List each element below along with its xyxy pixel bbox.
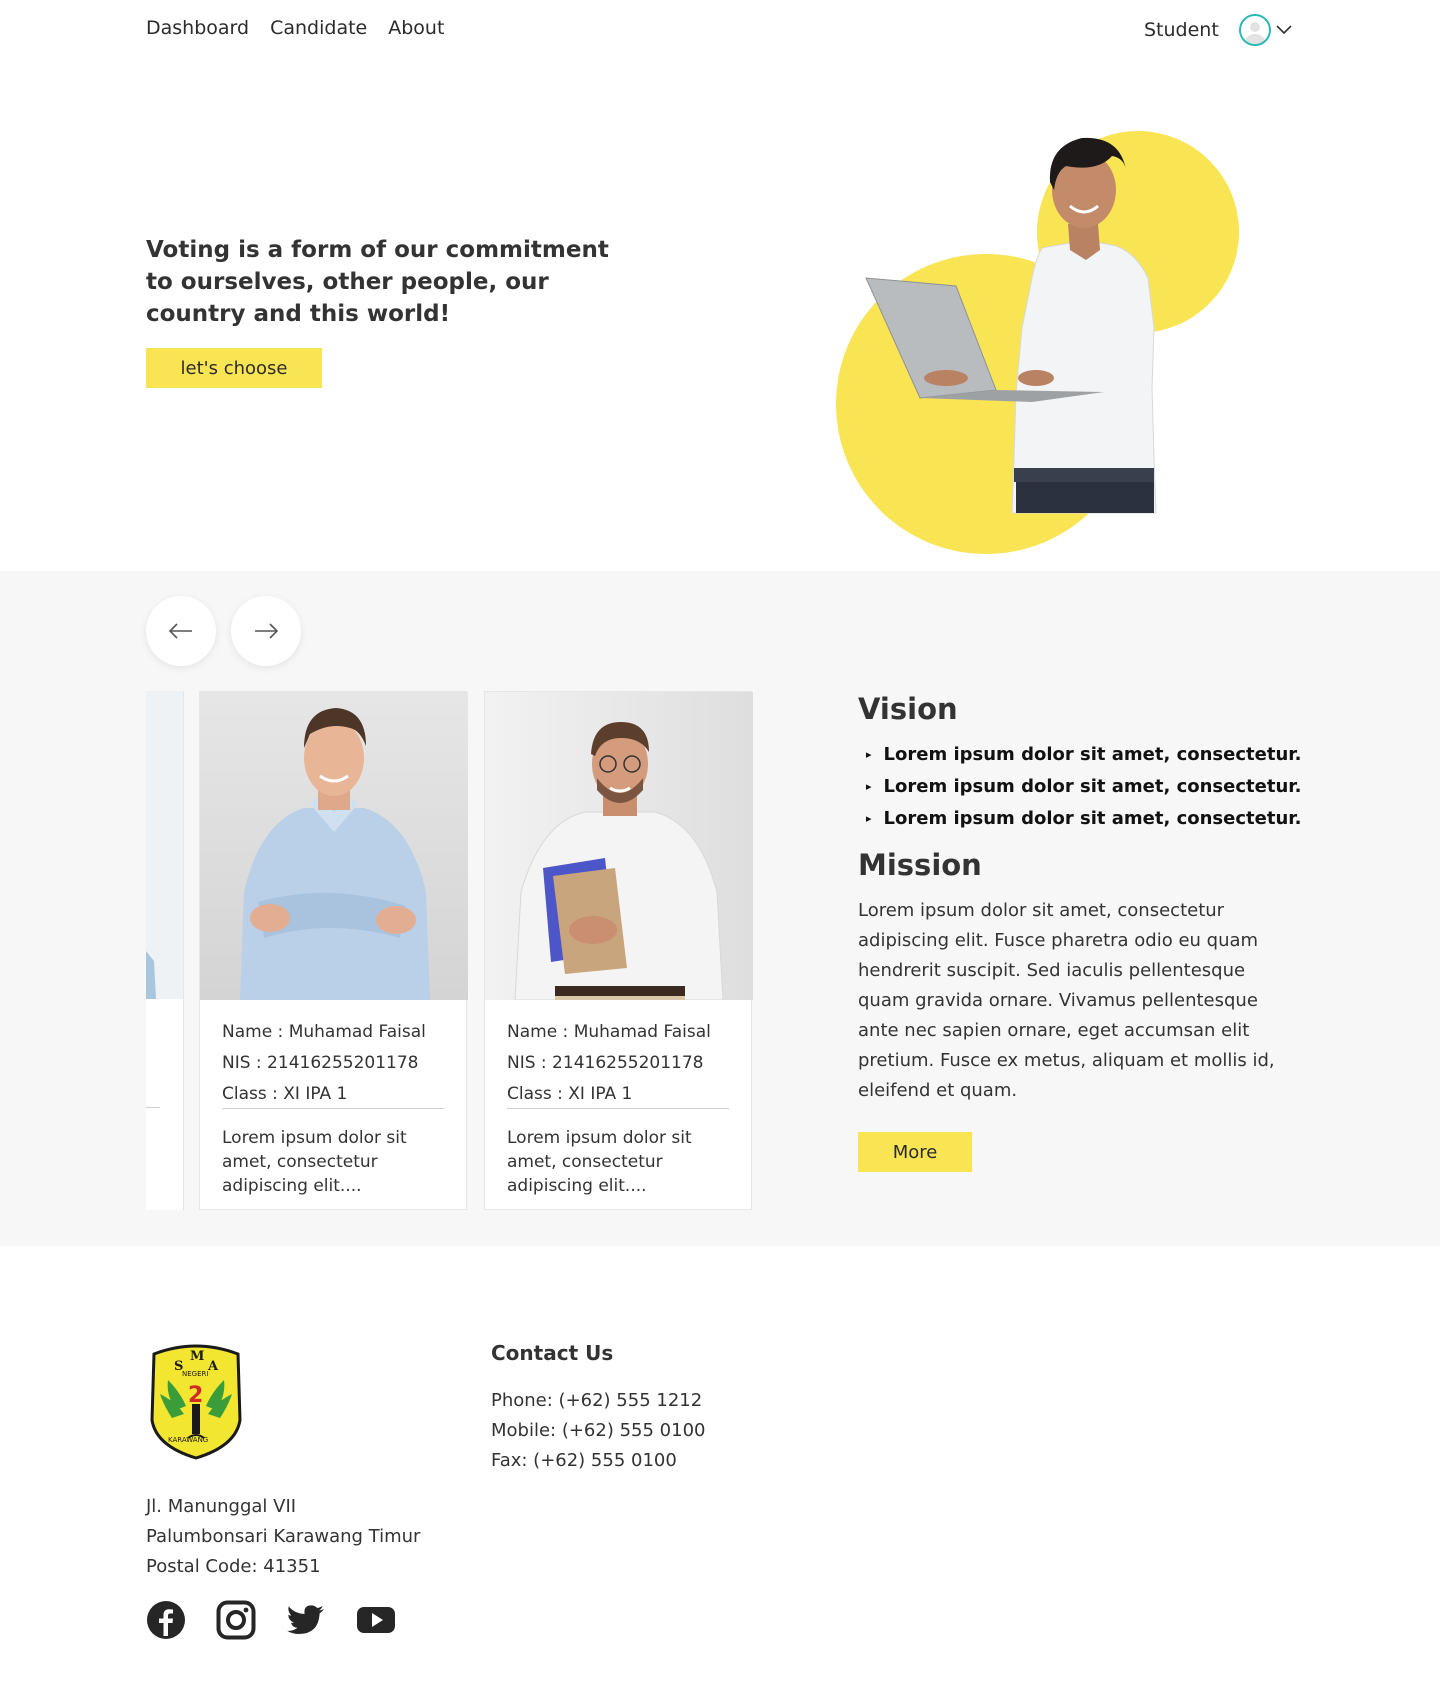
nav-link-candidate[interactable]: Candidate — [270, 17, 367, 39]
candidate-photo — [485, 692, 753, 1000]
nav-link-dashboard[interactable]: Dashboard — [146, 17, 249, 39]
candidate-nis: NIS : 21416255201178 — [222, 1053, 419, 1073]
hero-illustration — [836, 131, 1239, 554]
more-button[interactable]: More — [858, 1132, 972, 1172]
contact-mobile: Mobile: (+62) 555 0100 — [491, 1420, 706, 1441]
facebook-icon[interactable] — [146, 1600, 186, 1640]
candidate-card[interactable]: Name : Muhamad Faisal NIS : 214162552011… — [484, 691, 753, 1210]
arrow-left-icon — [168, 623, 192, 639]
vision-item: Lorem ipsum dolor sit amet, consectetur. — [866, 772, 1302, 804]
top-navbar: Dashboard Candidate About Student — [0, 0, 1440, 62]
user-role-label: Student — [1144, 19, 1219, 41]
card-divider — [507, 1108, 729, 1109]
card-divider — [222, 1108, 444, 1109]
vision-list: Lorem ipsum dolor sit amet, consectetur.… — [866, 740, 1302, 836]
avatar[interactable] — [1238, 14, 1271, 46]
logo-letter-a: A — [207, 1359, 219, 1374]
candidate-description: Lorem ipsum dolor sit amet, consectetur … — [222, 1128, 407, 1196]
contact-fax: Fax: (+62) 555 0100 — [491, 1450, 677, 1471]
contact-lines: Phone: (+62) 555 1212 Mobile: (+62) 555 … — [491, 1386, 705, 1476]
candidate-name: Name : Muhamad Faisal — [222, 1022, 426, 1042]
mission-text: Lorem ipsum dolor sit amet, consectetur … — [858, 900, 1275, 1101]
candidate-photo — [200, 692, 468, 1000]
logo-number: 2 — [188, 1383, 203, 1408]
lets-choose-button[interactable]: let's choose — [146, 348, 322, 388]
candidate-info: Name : Muhamad Faisal NIS : 214162552011… — [222, 1017, 444, 1110]
school-logo: S M A NEGERI 2 KARAWANG — [150, 1344, 242, 1460]
candidate-nis: NIS : 21416255201178 — [507, 1053, 704, 1073]
user-silhouette-icon — [1244, 22, 1265, 44]
candidate-class: Class : XI IPA 1 — [222, 1084, 348, 1104]
candidate-info: Name : Muhamad Faisal NIS : 214162552011… — [507, 1017, 729, 1110]
twitter-icon[interactable] — [286, 1600, 326, 1640]
candidate-photo-partial — [146, 691, 183, 999]
address-line: Palumbonsari Karawang Timur — [146, 1526, 421, 1547]
arrow-right-icon — [255, 623, 279, 639]
contact-phone: Phone: (+62) 555 1212 — [491, 1390, 703, 1411]
address-line: Jl. Manunggal VII — [146, 1496, 297, 1517]
mission-title: Mission — [858, 848, 982, 882]
nav-links: Dashboard Candidate About — [146, 17, 444, 39]
carousel-next-button[interactable] — [231, 596, 301, 666]
chevron-down-icon[interactable] — [1274, 20, 1294, 40]
user-menu[interactable]: Student — [1144, 14, 1294, 46]
logo-karawang: KARAWANG — [168, 1436, 208, 1444]
candidate-card-partial[interactable] — [146, 691, 184, 1210]
logo-negeri: NEGERI — [182, 1370, 208, 1378]
candidate-class: Class : XI IPA 1 — [507, 1084, 633, 1104]
carousel-prev-button[interactable] — [146, 596, 216, 666]
contact-title: Contact Us — [491, 1341, 614, 1365]
vision-title: Vision — [858, 692, 958, 726]
candidate-description: Lorem ipsum dolor sit amet, consectetur … — [507, 1128, 692, 1196]
address-line: Postal Code: 41351 — [146, 1556, 321, 1577]
logo-letter-m: M — [190, 1349, 204, 1364]
vision-item: Lorem ipsum dolor sit amet, consectetur. — [866, 740, 1302, 772]
youtube-icon[interactable] — [356, 1600, 396, 1640]
vision-item: Lorem ipsum dolor sit amet, consectetur. — [866, 804, 1302, 836]
hero-headline: Voting is a form of our commitment to ou… — [146, 237, 609, 327]
footer-address: Jl. Manunggal VII Palumbonsari Karawang … — [146, 1492, 420, 1582]
social-links — [146, 1600, 396, 1640]
nav-link-about[interactable]: About — [388, 17, 444, 39]
candidate-name: Name : Muhamad Faisal — [507, 1022, 711, 1042]
candidate-card[interactable]: Name : Muhamad Faisal NIS : 214162552011… — [199, 691, 468, 1210]
instagram-icon[interactable] — [216, 1600, 256, 1640]
